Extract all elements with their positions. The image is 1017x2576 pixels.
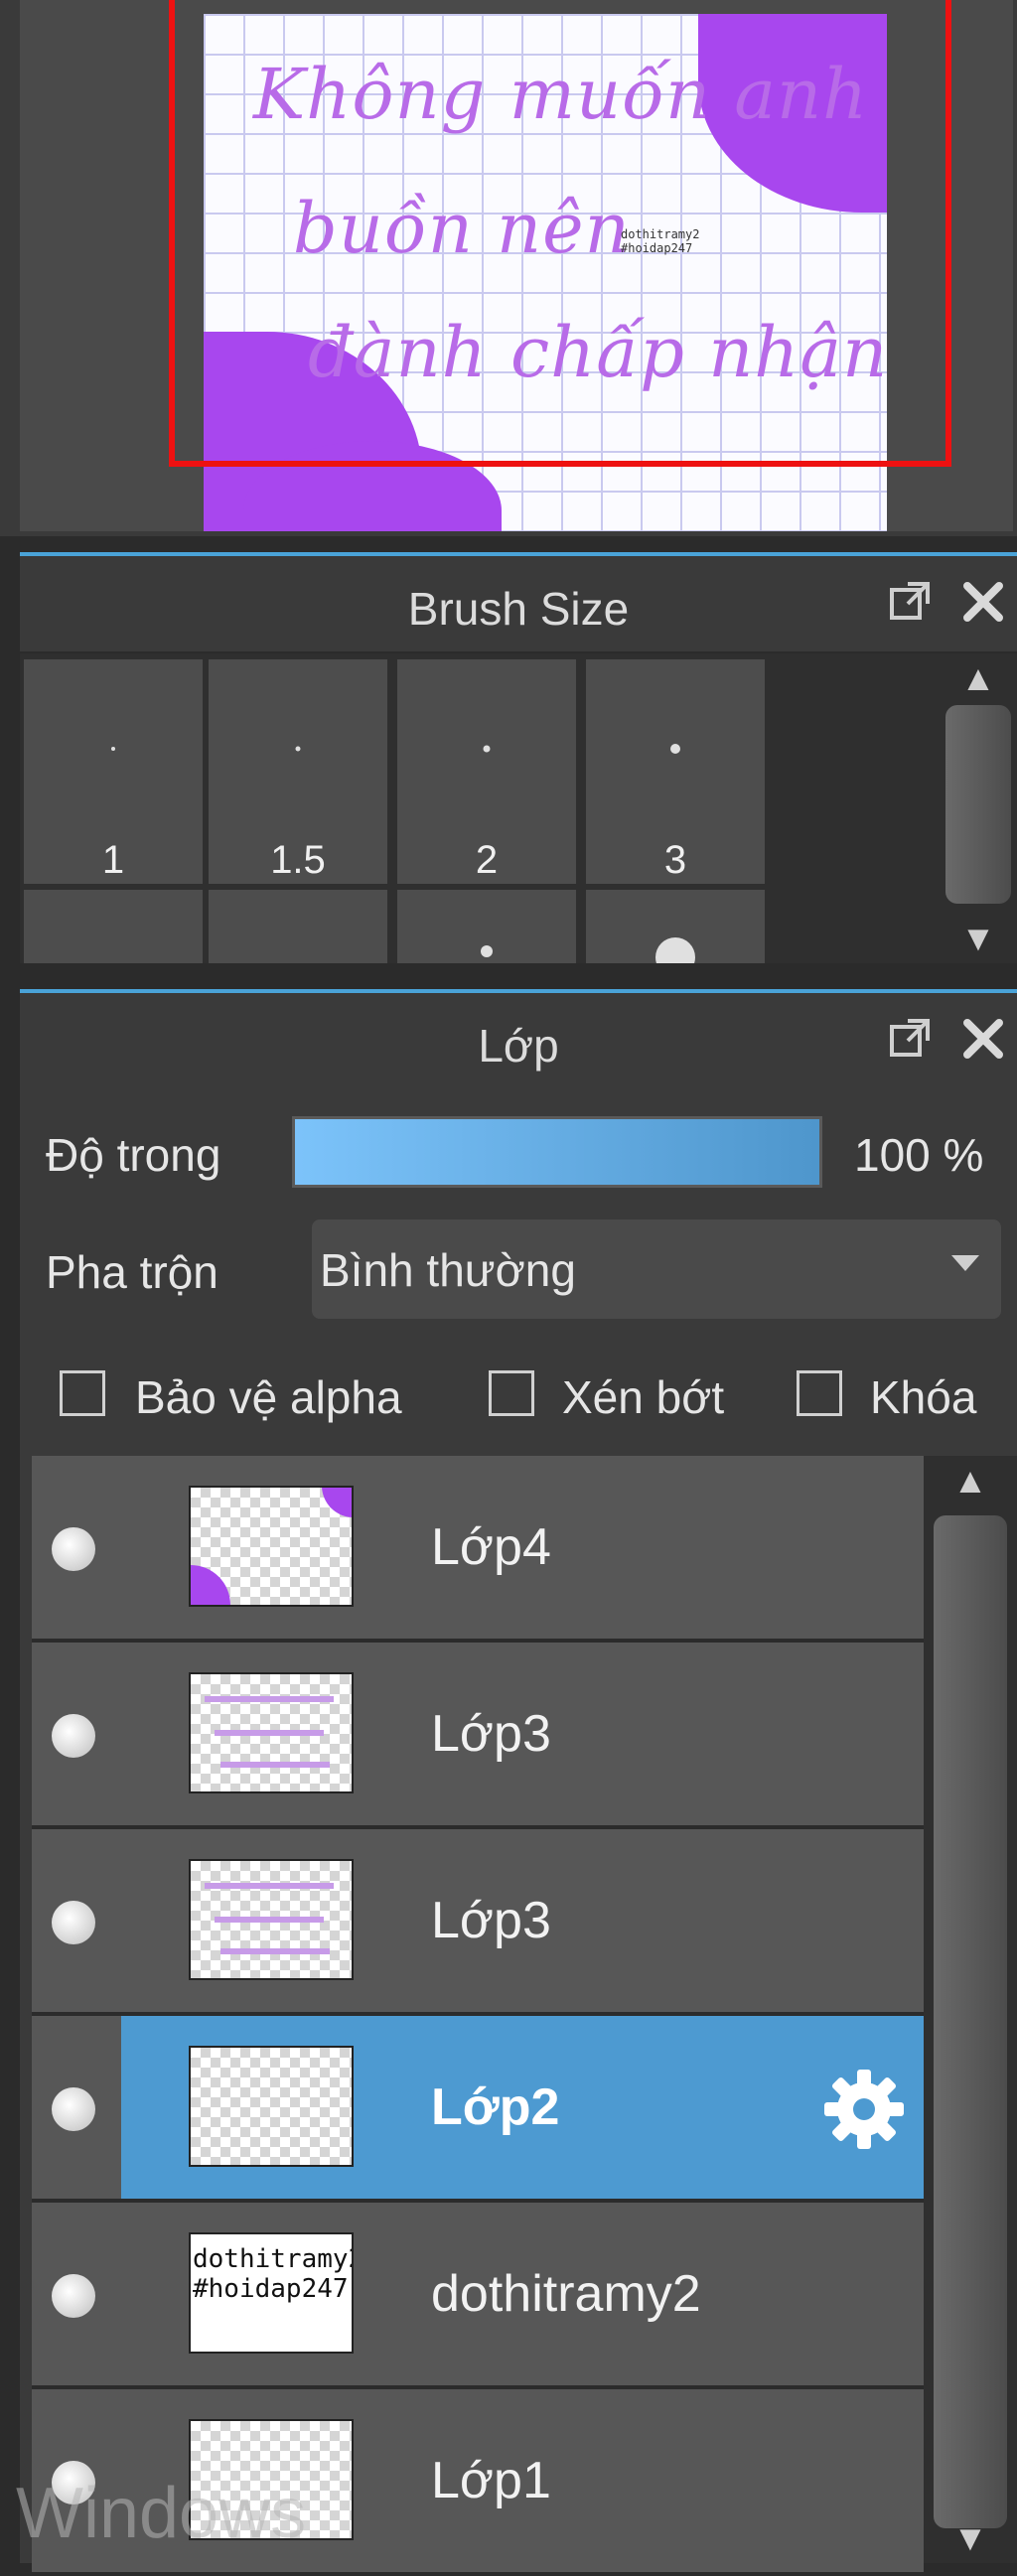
thumb-script — [215, 1730, 324, 1736]
layer-name: Lớp3 — [431, 1705, 551, 1763]
blend-label: Pha trộn — [46, 1246, 218, 1298]
scroll-up-icon[interactable]: ▲ — [924, 1456, 1017, 1505]
popout-icon[interactable] — [886, 578, 934, 626]
brush-size-cell[interactable] — [209, 890, 387, 963]
scroll-thumb[interactable] — [945, 705, 1011, 904]
brush-size-label: 1 — [101, 838, 125, 882]
scroll-down-icon[interactable]: ▼ — [940, 914, 1017, 963]
brush-dot — [670, 744, 680, 754]
visibility-toggle-icon[interactable] — [52, 1527, 95, 1571]
opacity-slider[interactable] — [292, 1116, 822, 1188]
layer-row-selected[interactable]: Lớp2 — [32, 2016, 924, 2203]
viewport-rectangle[interactable] — [169, 0, 951, 467]
layer-thumbnail — [189, 1859, 354, 1980]
layer-name: Lớp4 — [431, 1518, 551, 1576]
close-icon[interactable] — [959, 578, 1007, 626]
brush-size-grid: 1 1.5 2 3 — [20, 653, 940, 963]
layer-row[interactable]: dothitramy2 #hoidap247 dothitramy2 — [32, 2203, 924, 2389]
layer-thumbnail — [189, 2046, 354, 2167]
layer-panel-header: Lớp — [20, 993, 1017, 1088]
thumb-text-line: #hoidap247 — [193, 2274, 349, 2304]
thumb-shape — [191, 1565, 230, 1605]
layer-list: Lớp4 Lớp3 Lớp3 Lớp2 dothitramy2 #hoidap2… — [32, 1456, 924, 2576]
brush-panel-title: Brush Size — [407, 583, 630, 635]
layer-name: Lớp3 — [431, 1892, 551, 1949]
visibility-toggle-icon[interactable] — [52, 2087, 95, 2131]
brush-dot — [483, 745, 491, 753]
navigator-panel: Không muốn anh buồn nên đành chấp nhận d… — [0, 0, 1017, 536]
visibility-toggle-icon[interactable] — [52, 2274, 95, 2318]
lock-label: Khóa — [870, 1371, 977, 1423]
clipping-checkbox[interactable] — [489, 1370, 534, 1416]
windows-watermark: Windows — [16, 2474, 307, 2553]
visibility-toggle-icon[interactable] — [52, 1901, 95, 1944]
thumb-script — [205, 1883, 334, 1889]
layer-thumbnail — [189, 1486, 354, 1607]
thumb-shape — [322, 1488, 352, 1517]
close-icon[interactable] — [959, 1015, 1007, 1063]
blend-mode-select[interactable]: Bình thường — [312, 1219, 1001, 1319]
layer-name: Lớp1 — [431, 2452, 551, 2509]
lock-checkbox[interactable] — [797, 1370, 842, 1416]
protect-alpha-checkbox[interactable] — [60, 1370, 105, 1416]
layer-row[interactable]: Lớp4 — [32, 1456, 924, 1643]
brush-dot — [111, 747, 115, 751]
thumb-script — [220, 1948, 330, 1954]
brush-size-cell[interactable] — [24, 890, 203, 963]
popout-icon[interactable] — [886, 1015, 934, 1063]
brush-scrollbar[interactable]: ▲ ▼ — [940, 653, 1017, 963]
layer-row[interactable]: Lớp3 — [32, 1829, 924, 2016]
brush-size-cell-1-5[interactable]: 1.5 — [209, 659, 387, 884]
scroll-thumb[interactable] — [934, 1515, 1007, 2528]
layer-panel-title: Lớp — [478, 1020, 559, 1072]
visibility-toggle-icon[interactable] — [52, 1714, 95, 1758]
brush-size-cell[interactable] — [397, 890, 576, 963]
scroll-up-icon[interactable]: ▲ — [940, 653, 1017, 703]
blend-mode-value: Bình thường — [320, 1244, 576, 1296]
clipping-label: Xén bớt — [562, 1371, 725, 1423]
thumb-script — [205, 1696, 334, 1702]
chevron-down-icon — [951, 1255, 979, 1271]
layer-thumbnail: dothitramy2 #hoidap247 — [189, 2232, 354, 2354]
thumb-text-line: dothitramy2 — [193, 2244, 352, 2274]
brush-size-label: 2 — [475, 838, 499, 882]
navigator-view[interactable]: Không muốn anh buồn nên đành chấp nhận d… — [20, 0, 1013, 531]
brush-size-cell-3[interactable]: 3 — [586, 659, 765, 884]
brush-dot — [481, 945, 493, 957]
brush-size-label: 3 — [663, 838, 687, 882]
scroll-down-icon[interactable]: ▼ — [924, 2513, 1017, 2563]
brush-size-cell-2[interactable]: 2 — [397, 659, 576, 884]
thumb-script — [215, 1917, 324, 1923]
gear-icon[interactable] — [822, 2068, 906, 2151]
layer-scrollbar[interactable]: ▲ ▼ — [924, 1456, 1017, 2563]
brush-panel-header: Brush Size — [20, 556, 1017, 651]
thumb-script — [220, 1762, 330, 1768]
protect-alpha-label: Bảo vệ alpha — [135, 1371, 402, 1423]
brush-size-cell-1[interactable]: 1 — [24, 659, 203, 884]
opacity-label: Độ trong — [46, 1129, 221, 1181]
opacity-value: 100 % — [854, 1129, 984, 1181]
thumb-text: dothitramy2 #hoidap247 — [191, 2234, 352, 2352]
brush-size-label: 1.5 — [270, 838, 326, 882]
layer-thumbnail — [189, 1672, 354, 1793]
brush-dot — [655, 937, 695, 963]
brush-size-cell[interactable] — [586, 890, 765, 963]
layer-name: Lớp2 — [431, 2078, 560, 2136]
layer-name: dothitramy2 — [431, 2265, 701, 2323]
layer-row[interactable]: Lớp3 — [32, 1643, 924, 1829]
brush-dot — [295, 746, 301, 752]
